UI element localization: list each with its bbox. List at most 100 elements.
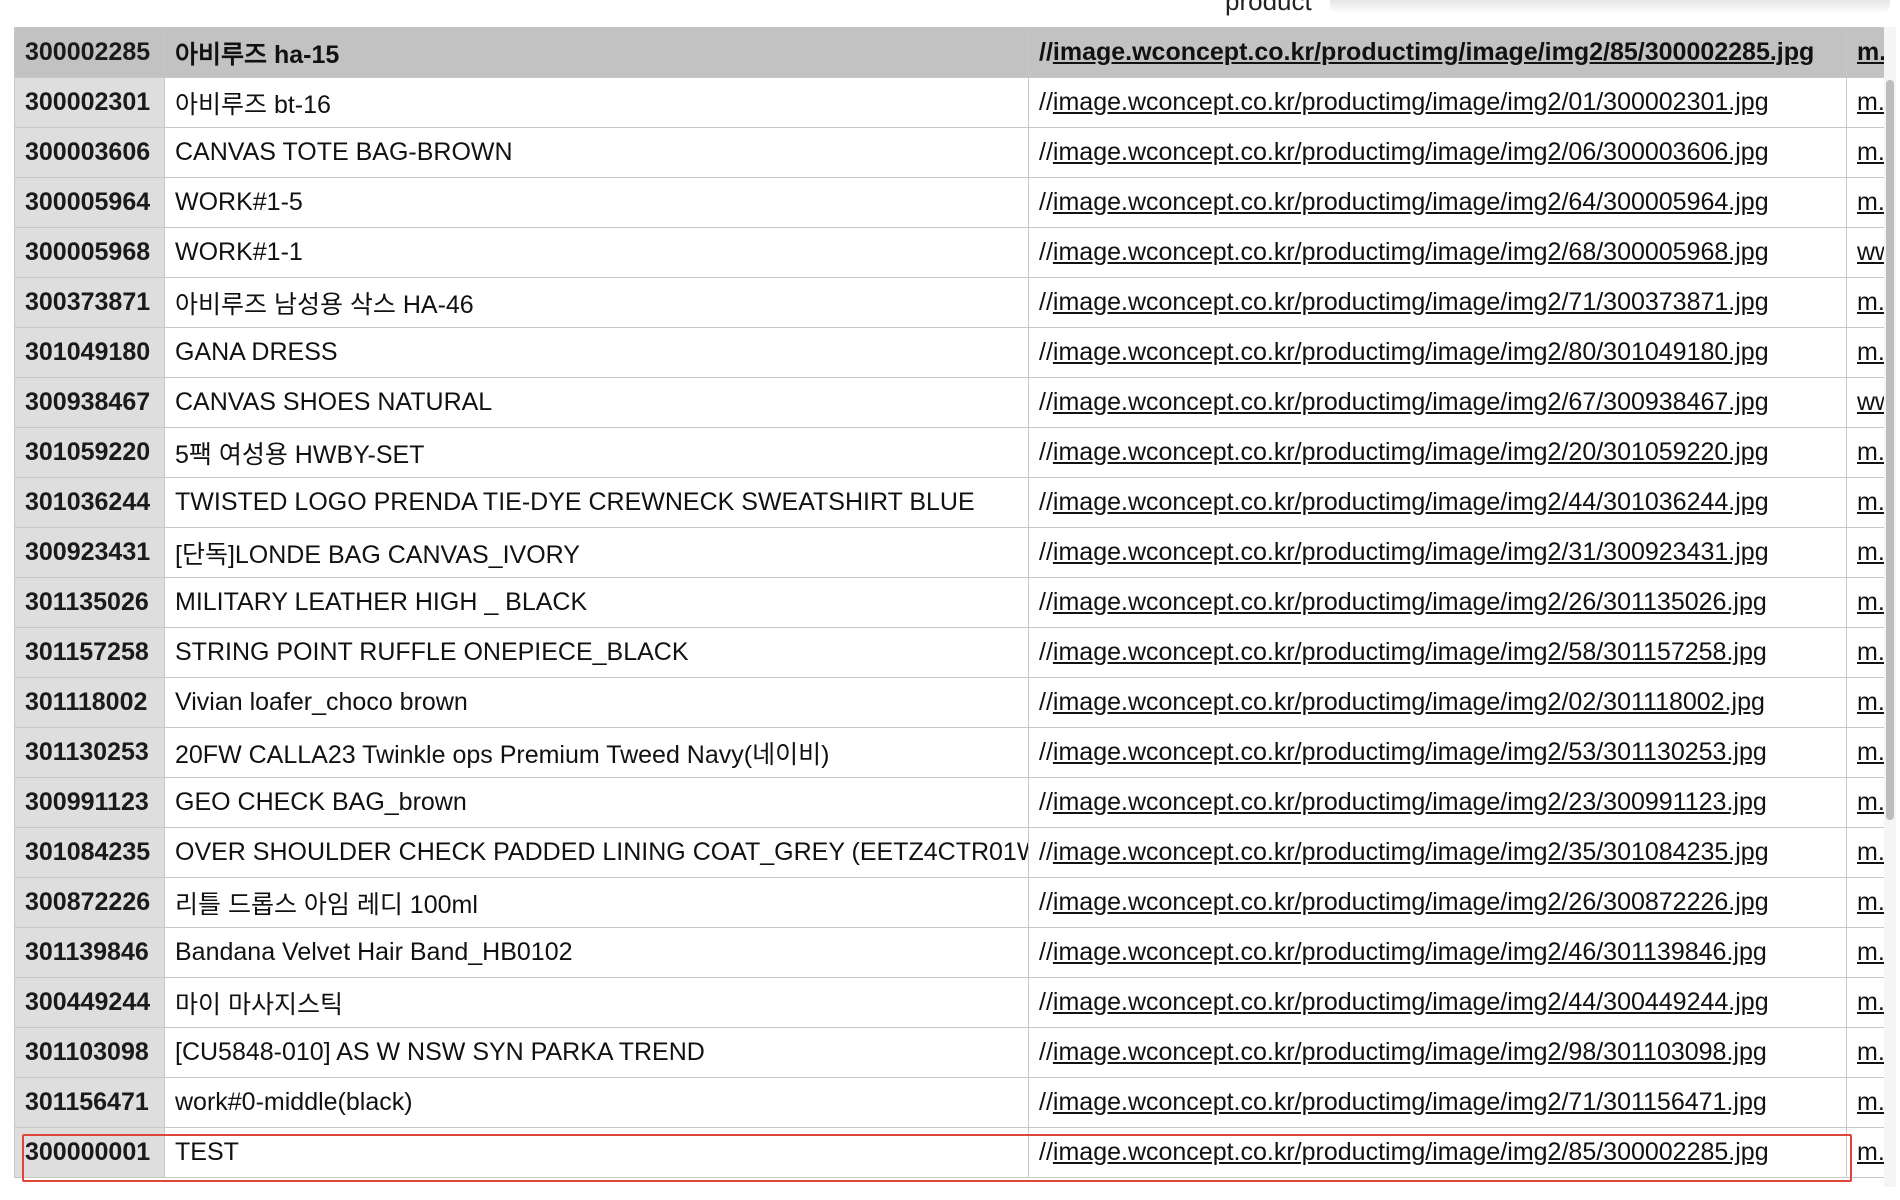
image-url-cell[interactable]: //image.wconcept.co.kr/productimg/image/…: [1028, 527, 1847, 578]
product-name-cell[interactable]: 리틀 드롭스 아임 레디 100ml: [164, 877, 1029, 928]
table-row[interactable]: 301084235 OVER SHOULDER CHECK PADDED LINI…: [14, 827, 1884, 878]
image-url-link[interactable]: image.wconcept.co.kr/productimg/image/im…: [1053, 38, 1814, 66]
image-url-link[interactable]: image.wconcept.co.kr/productimg/image/im…: [1053, 488, 1769, 516]
product-id-cell[interactable]: 300005968: [14, 227, 165, 278]
image-url-link[interactable]: image.wconcept.co.kr/productimg/image/im…: [1053, 338, 1769, 366]
extra-url-link[interactable]: m.: [1857, 688, 1884, 716]
image-url-link[interactable]: image.wconcept.co.kr/productimg/image/im…: [1053, 638, 1767, 666]
product-name-cell[interactable]: Vivian loafer_choco brown: [164, 677, 1029, 728]
extra-url-link[interactable]: m.: [1857, 588, 1884, 616]
extra-url-cell[interactable]: m.: [1846, 477, 1884, 528]
image-url-cell[interactable]: //image.wconcept.co.kr/productimg/image/…: [1028, 727, 1847, 778]
extra-url-cell[interactable]: m.: [1846, 1027, 1884, 1078]
extra-url-link[interactable]: m.: [1857, 888, 1884, 916]
product-id-cell[interactable]: 301130253: [14, 727, 165, 778]
table-row[interactable]: 300373871 아비루즈 남성용 삭스 HA-46//image.wconce…: [14, 277, 1884, 328]
product-id-cell[interactable]: 300373871: [14, 277, 165, 328]
image-url-link[interactable]: image.wconcept.co.kr/productimg/image/im…: [1053, 688, 1765, 716]
image-url-link[interactable]: image.wconcept.co.kr/productimg/image/im…: [1053, 438, 1769, 466]
extra-url-cell[interactable]: m.: [1846, 977, 1884, 1028]
extra-url-link[interactable]: m.: [1857, 138, 1884, 166]
extra-url-link[interactable]: m.: [1857, 788, 1884, 816]
product-id-cell[interactable]: 300002285: [14, 27, 165, 78]
table-row[interactable]: 300003606 CANVAS TOTE BAG-BROWN//image.wc…: [14, 127, 1884, 178]
extra-url-link[interactable]: m.: [1857, 338, 1884, 366]
image-url-cell[interactable]: //image.wconcept.co.kr/productimg/image/…: [1028, 977, 1847, 1028]
image-url-link[interactable]: image.wconcept.co.kr/productimg/image/im…: [1053, 888, 1769, 916]
product-id-cell[interactable]: 301036244: [14, 477, 165, 528]
image-url-cell[interactable]: //image.wconcept.co.kr/productimg/image/…: [1028, 127, 1847, 178]
extra-url-cell[interactable]: m.: [1846, 777, 1884, 828]
image-url-link[interactable]: image.wconcept.co.kr/productimg/image/im…: [1053, 388, 1769, 416]
table-row[interactable]: 300005964 WORK#1-5//image.wconcept.co.kr/…: [14, 177, 1884, 228]
product-id-cell[interactable]: 300449244: [14, 977, 165, 1028]
extra-url-link[interactable]: m.: [1857, 538, 1884, 566]
image-url-link[interactable]: image.wconcept.co.kr/productimg/image/im…: [1053, 988, 1769, 1016]
product-name-cell[interactable]: CANVAS TOTE BAG-BROWN: [164, 127, 1029, 178]
extra-url-cell[interactable]: ww: [1846, 227, 1884, 278]
table-row[interactable]: 301156471 work#0-middle(black)//image.wco…: [14, 1077, 1884, 1128]
product-id-cell[interactable]: 300005964: [14, 177, 165, 228]
image-url-cell[interactable]: //image.wconcept.co.kr/productimg/image/…: [1028, 227, 1847, 278]
product-name-cell[interactable]: STRING POINT RUFFLE ONEPIECE_BLACK: [164, 627, 1029, 678]
table-row[interactable]: 300000001 TEST//image.wconcept.co.kr/prod…: [14, 1127, 1884, 1178]
table-row-header[interactable]: 300002285 아비루즈 ha-15 //image.wconcept.co…: [14, 27, 1884, 78]
extra-url-link[interactable]: m.: [1857, 488, 1884, 516]
product-name-cell[interactable]: GEO CHECK BAG_brown: [164, 777, 1029, 828]
image-url-cell[interactable]: //image.wconcept.co.kr/productimg/image/…: [1028, 377, 1847, 428]
image-url-link[interactable]: image.wconcept.co.kr/productimg/image/im…: [1053, 88, 1769, 116]
extra-url-link[interactable]: m.: [1857, 1088, 1884, 1116]
table-row[interactable]: 301135026 MILITARY LEATHER HIGH _ BLACK//…: [14, 577, 1884, 628]
product-name-cell[interactable]: CANVAS SHOES NATURAL: [164, 377, 1029, 428]
table-row[interactable]: 300002301 아비루즈 bt-16//image.wconcept.co.k…: [14, 77, 1884, 128]
image-url-cell[interactable]: //image.wconcept.co.kr/productimg/image/…: [1028, 27, 1847, 78]
product-id-cell[interactable]: 301103098: [14, 1027, 165, 1078]
extra-url-link[interactable]: m.: [1857, 188, 1884, 216]
extra-url-link[interactable]: ww: [1857, 388, 1884, 416]
image-url-link[interactable]: image.wconcept.co.kr/productimg/image/im…: [1053, 788, 1767, 816]
extra-url-cell[interactable]: m.: [1846, 127, 1884, 178]
table-row[interactable]: 301059220 5팩 여성용 HWBY-SET//image.wconcept…: [14, 427, 1884, 478]
image-url-link[interactable]: image.wconcept.co.kr/productimg/image/im…: [1053, 1038, 1767, 1066]
extra-url-link[interactable]: m.: [1857, 938, 1884, 966]
extra-url-cell[interactable]: m.: [1846, 77, 1884, 128]
product-name-cell[interactable]: TEST: [164, 1127, 1029, 1178]
extra-url-cell[interactable]: m.: [1846, 627, 1884, 678]
image-url-cell[interactable]: //image.wconcept.co.kr/productimg/image/…: [1028, 927, 1847, 978]
table-row[interactable]: 301118002 Vivian loafer_choco brown//imag…: [14, 677, 1884, 728]
product-name-cell[interactable]: [CU5848-010] AS W NSW SYN PARKA TREND: [164, 1027, 1029, 1078]
product-name-cell[interactable]: 5팩 여성용 HWBY-SET: [164, 427, 1029, 478]
extra-url-link[interactable]: m.: [1857, 438, 1884, 466]
table-row[interactable]: 301139846 Bandana Velvet Hair Band_HB0102…: [14, 927, 1884, 978]
image-url-cell[interactable]: //image.wconcept.co.kr/productimg/image/…: [1028, 277, 1847, 328]
image-url-cell[interactable]: //image.wconcept.co.kr/productimg/image/…: [1028, 1077, 1847, 1128]
extra-url-cell[interactable]: m.: [1846, 677, 1884, 728]
image-url-cell[interactable]: //image.wconcept.co.kr/productimg/image/…: [1028, 327, 1847, 378]
product-name-cell[interactable]: TWISTED LOGO PRENDA TIE-DYE CREWNECK SWE…: [164, 477, 1029, 528]
product-name-cell[interactable]: GANA DRESS: [164, 327, 1029, 378]
extra-url-link[interactable]: m.: [1857, 738, 1884, 766]
product-id-cell[interactable]: 301135026: [14, 577, 165, 628]
extra-url-link[interactable]: ww: [1857, 238, 1884, 266]
extra-url-link[interactable]: m.: [1857, 288, 1884, 316]
table-row[interactable]: 300449244 마이 마사지스틱//image.wconcept.co.kr/…: [14, 977, 1884, 1028]
table-row[interactable]: 301157258 STRING POINT RUFFLE ONEPIECE_BL…: [14, 627, 1884, 678]
product-name-cell[interactable]: 마이 마사지스틱: [164, 977, 1029, 1028]
table-row[interactable]: 301130253 20FW CALLA23 Twinkle ops Premiu…: [14, 727, 1884, 778]
extra-url-link[interactable]: m.: [1857, 88, 1884, 116]
image-url-link[interactable]: image.wconcept.co.kr/productimg/image/im…: [1053, 838, 1769, 866]
extra-url-cell[interactable]: m.: [1846, 877, 1884, 928]
product-name-cell[interactable]: 아비루즈 남성용 삭스 HA-46: [164, 277, 1029, 328]
extra-url-cell[interactable]: m.: [1846, 1127, 1884, 1178]
product-id-cell[interactable]: 300003606: [14, 127, 165, 178]
extra-url-link[interactable]: m.: [1857, 838, 1884, 866]
product-name-cell[interactable]: 아비루즈 bt-16: [164, 77, 1029, 128]
image-url-cell[interactable]: //image.wconcept.co.kr/productimg/image/…: [1028, 1027, 1847, 1078]
product-id-cell[interactable]: 300000001: [14, 1127, 165, 1178]
image-url-cell[interactable]: //image.wconcept.co.kr/productimg/image/…: [1028, 877, 1847, 928]
product-name-cell[interactable]: work#0-middle(black): [164, 1077, 1029, 1128]
image-url-link[interactable]: image.wconcept.co.kr/productimg/image/im…: [1053, 138, 1769, 166]
image-url-cell[interactable]: //image.wconcept.co.kr/productimg/image/…: [1028, 1127, 1847, 1178]
image-url-cell[interactable]: //image.wconcept.co.kr/productimg/image/…: [1028, 627, 1847, 678]
product-id-cell[interactable]: 301049180: [14, 327, 165, 378]
